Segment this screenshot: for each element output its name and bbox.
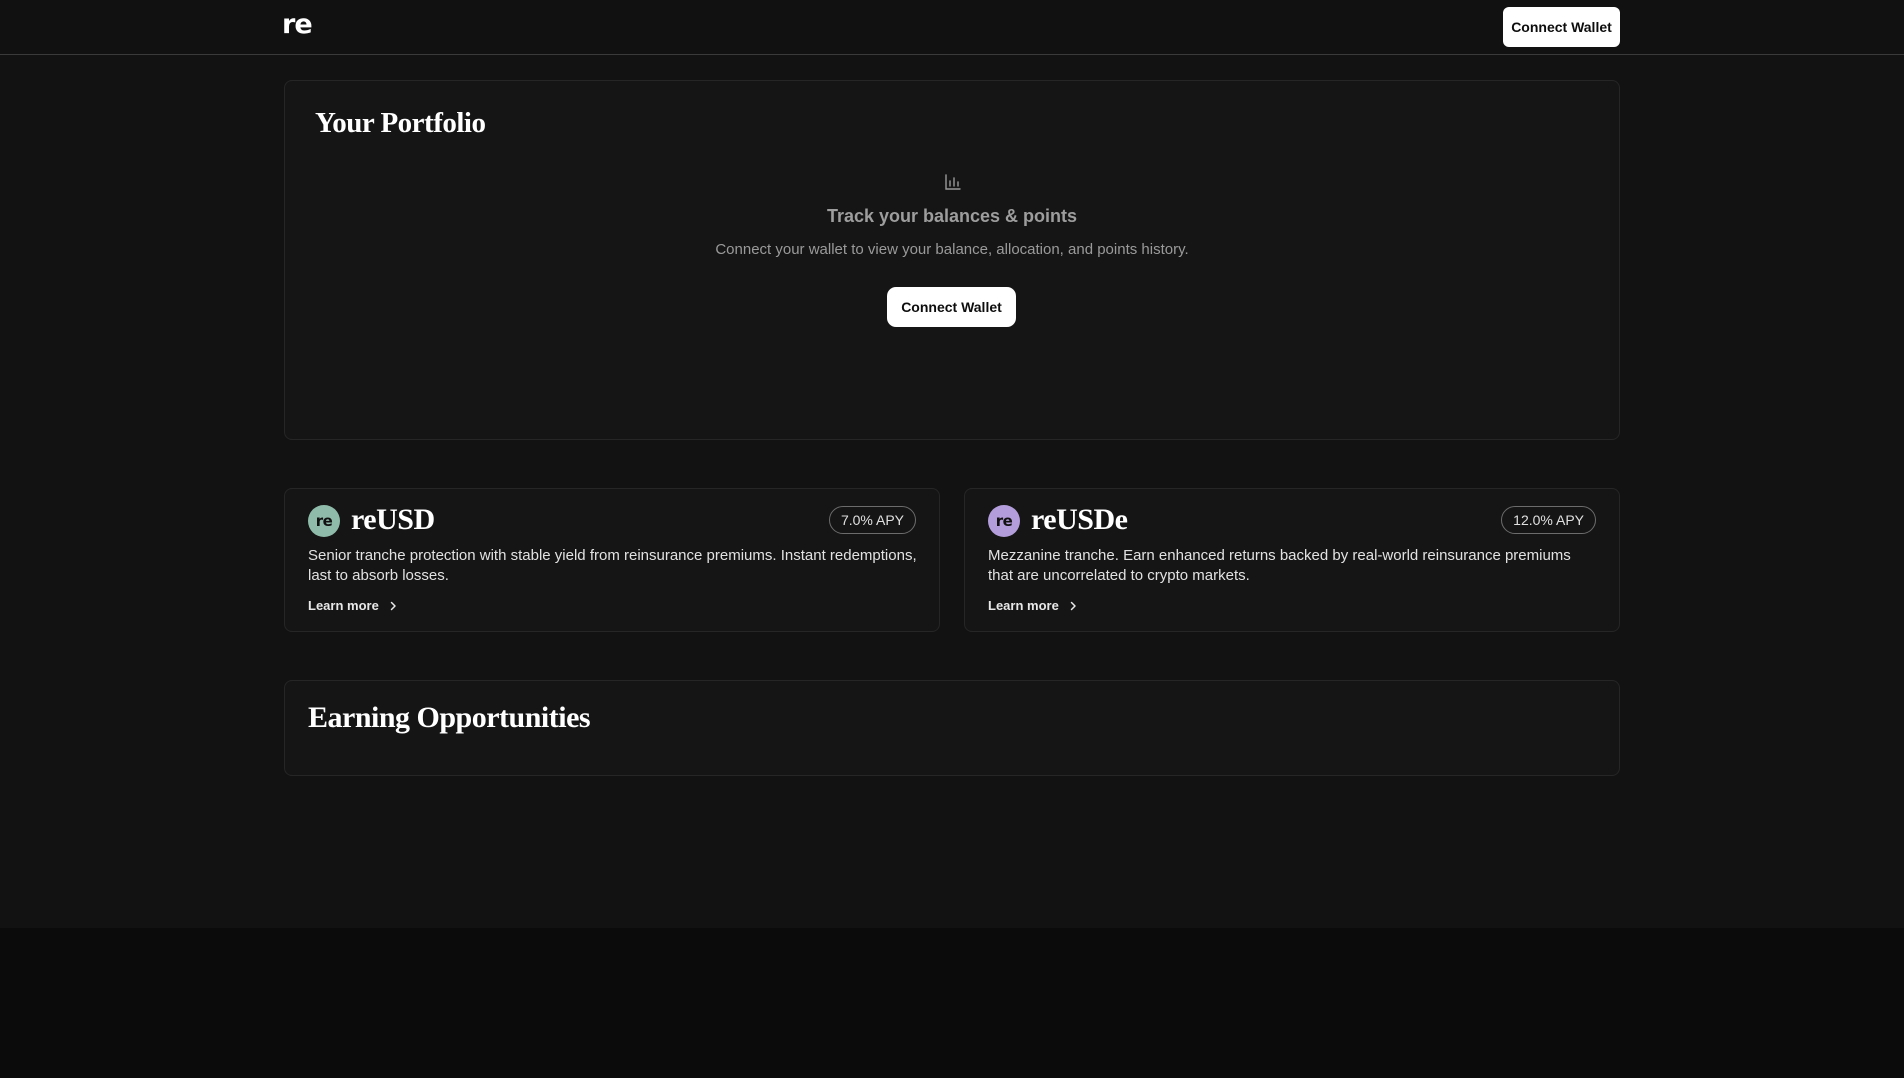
learn-more-link[interactable]: Learn more — [988, 598, 1077, 613]
brand-logo[interactable]: re — [282, 10, 313, 40]
learn-more-link[interactable]: Learn more — [308, 598, 397, 613]
chevron-right-icon — [1070, 601, 1076, 610]
apy-badge: 7.0% APY — [828, 506, 916, 534]
earning-opportunities-card: Earning Opportunities — [284, 680, 1620, 776]
portfolio-title: Your Portfolio — [315, 107, 486, 139]
chevron-right-icon — [390, 601, 396, 610]
portfolio-connect-wallet-button[interactable]: Connect Wallet — [887, 287, 1016, 327]
header-connect-wallet-button[interactable]: Connect Wallet — [1503, 7, 1620, 47]
token-name: reUSD — [351, 503, 435, 536]
learn-more-label: Learn more — [308, 598, 379, 613]
token-description: Mezzanine tranche. Earn enhanced returns… — [988, 547, 1571, 584]
top-nav: re Connect Wallet — [0, 0, 1904, 55]
token-name: reUSDe — [1031, 503, 1128, 536]
portfolio-card: Your Portfolio Track your balances & poi… — [284, 80, 1620, 440]
earning-opportunities-title: Earning Opportunities — [308, 701, 591, 734]
bar-chart-icon — [945, 174, 961, 190]
learn-more-label: Learn more — [988, 598, 1059, 613]
empty-state-title: Track your balances & points — [826, 206, 1078, 226]
token-description: Senior tranche protection with stable yi… — [308, 547, 917, 584]
apy-badge: 12.0% APY — [1501, 506, 1596, 534]
token-card-reusde: re reUSDe 12.0% APY Mezzanine tranche. E… — [964, 488, 1620, 632]
reusd-logo: re — [308, 505, 340, 537]
reusde-logo: re — [988, 505, 1020, 537]
token-card-reusd: re reUSD 7.0% APY Senior tranche protect… — [284, 488, 940, 632]
empty-state-subtitle: Connect your wallet to view your balance… — [715, 241, 1189, 258]
